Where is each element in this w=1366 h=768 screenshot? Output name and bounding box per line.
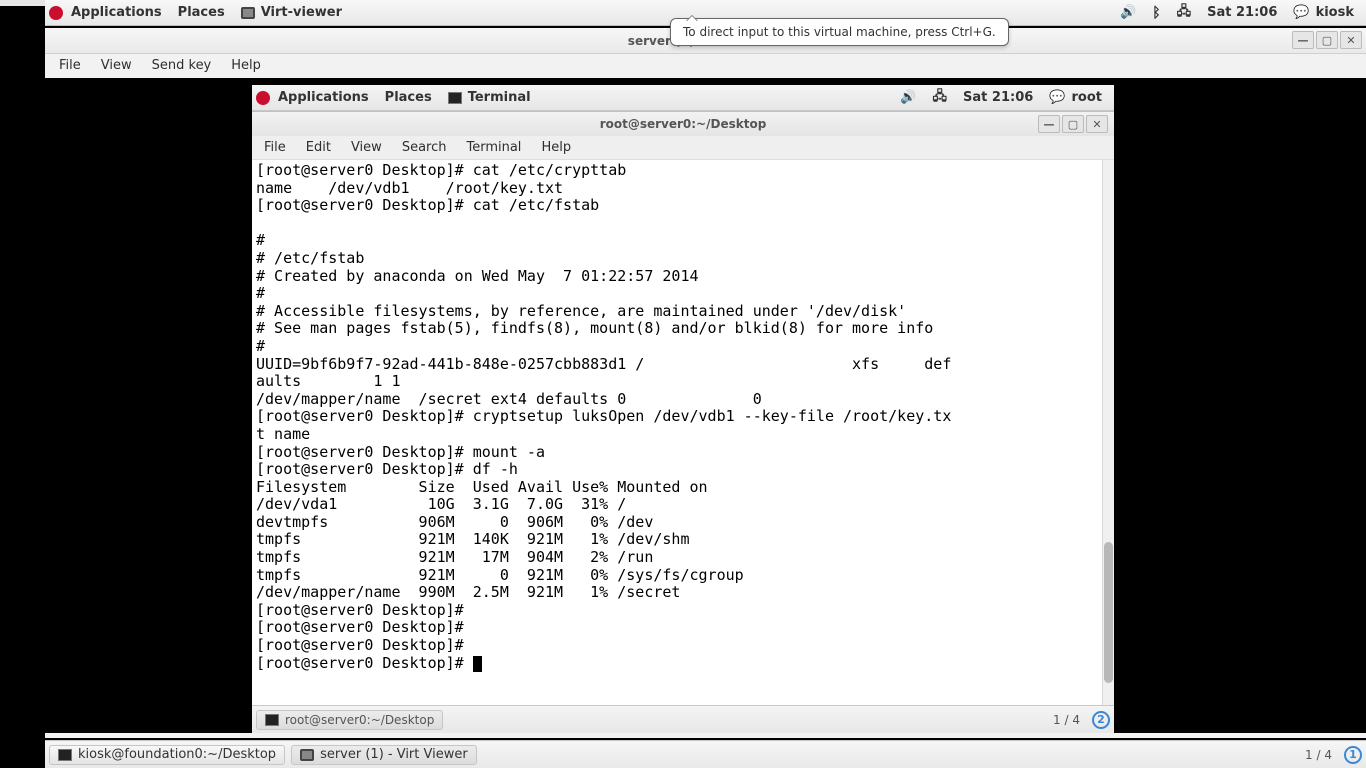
guest-top-panel: Applications Places Terminal Sat 21:06 r… bbox=[252, 85, 1114, 111]
input-hint-tooltip: To direct input to this virtual machine,… bbox=[670, 18, 1009, 46]
user-menu[interactable]: kiosk bbox=[1285, 3, 1362, 22]
sound-icon bbox=[900, 90, 916, 105]
terminal-menu-edit[interactable]: Edit bbox=[296, 138, 341, 157]
terminal-window: root@server0:~/Desktop — ▢ ✕ File Edit V… bbox=[252, 111, 1114, 705]
bluetooth-icon bbox=[1152, 5, 1160, 21]
network-icon bbox=[1177, 2, 1192, 24]
terminal-scrollbar[interactable] bbox=[1102, 160, 1114, 705]
terminal-icon bbox=[448, 92, 462, 104]
maximize-button[interactable]: ▢ bbox=[1316, 31, 1338, 49]
chat-icon bbox=[1293, 5, 1309, 20]
guest-task-terminal[interactable]: root@server0:~/Desktop bbox=[256, 710, 443, 730]
host-task-virtviewer[interactable]: server (1) - Virt Viewer bbox=[291, 745, 477, 765]
network-icon bbox=[933, 87, 948, 109]
clock[interactable]: Sat 21:06 bbox=[1199, 3, 1285, 22]
guest-applications-menu[interactable]: Applications bbox=[270, 88, 377, 107]
terminal-menu-search[interactable]: Search bbox=[392, 138, 457, 157]
active-app-label: Virt-viewer bbox=[261, 5, 342, 20]
guest-bottom-panel: root@server0:~/Desktop 1 / 4 2 bbox=[252, 705, 1114, 733]
terminal-menu-view[interactable]: View bbox=[341, 138, 392, 157]
guest-volume-indicator[interactable] bbox=[892, 88, 924, 107]
guest-network-indicator[interactable] bbox=[925, 85, 956, 111]
places-menu[interactable]: Places bbox=[170, 3, 233, 22]
guest-desktop: Applications Places Terminal Sat 21:06 r… bbox=[252, 85, 1114, 733]
guest-clock[interactable]: Sat 21:06 bbox=[955, 88, 1041, 107]
virt-viewer-menubar: File View Send key Help bbox=[45, 54, 1366, 76]
menu-file[interactable]: File bbox=[49, 56, 91, 75]
sound-icon bbox=[1120, 5, 1136, 20]
chat-icon bbox=[1049, 90, 1065, 105]
cursor-icon bbox=[473, 656, 482, 672]
terminal-title: root@server0:~/Desktop bbox=[600, 117, 767, 131]
active-app-indicator[interactable]: Virt-viewer bbox=[233, 3, 350, 22]
terminal-maximize-button[interactable]: ▢ bbox=[1062, 115, 1084, 133]
terminal-minimize-button[interactable]: — bbox=[1038, 115, 1060, 133]
guest-places-menu[interactable]: Places bbox=[377, 88, 440, 107]
terminal-icon bbox=[58, 749, 72, 761]
terminal-menu-help[interactable]: Help bbox=[531, 138, 581, 157]
bluetooth-indicator[interactable] bbox=[1144, 3, 1168, 23]
network-indicator[interactable] bbox=[1169, 0, 1200, 26]
terminal-titlebar[interactable]: root@server0:~/Desktop — ▢ ✕ bbox=[252, 112, 1114, 136]
host-workspace-indicator[interactable]: 1 / 4 bbox=[1299, 748, 1338, 762]
volume-indicator[interactable] bbox=[1112, 3, 1144, 22]
terminal-menu-terminal[interactable]: Terminal bbox=[456, 138, 531, 157]
redhat-icon bbox=[256, 91, 270, 105]
host-task-terminal[interactable]: kiosk@foundation0:~/Desktop bbox=[49, 745, 285, 765]
terminal-menubar: File Edit View Search Terminal Help bbox=[252, 136, 1114, 160]
terminal-body[interactable]: [root@server0 Desktop]# cat /etc/cryptta… bbox=[252, 160, 1114, 705]
terminal-menu-file[interactable]: File bbox=[254, 138, 296, 157]
guest-workspace-badge[interactable]: 2 bbox=[1092, 711, 1110, 729]
host-workspace-badge[interactable]: 1 bbox=[1344, 746, 1362, 764]
close-button[interactable]: ✕ bbox=[1340, 31, 1362, 49]
terminal-text: [root@server0 Desktop]# cat /etc/cryptta… bbox=[256, 161, 951, 672]
guest-active-app-label: Terminal bbox=[468, 90, 531, 105]
guest-user-menu[interactable]: root bbox=[1041, 88, 1110, 107]
host-task2-label: server (1) - Virt Viewer bbox=[320, 747, 468, 762]
menu-help[interactable]: Help bbox=[221, 56, 271, 75]
guest-user-label: root bbox=[1072, 90, 1103, 105]
monitor-icon bbox=[241, 7, 255, 19]
guest-active-app-indicator[interactable]: Terminal bbox=[440, 88, 539, 107]
scrollbar-thumb[interactable] bbox=[1104, 542, 1113, 684]
host-bottom-panel: kiosk@foundation0:~/Desktop server (1) -… bbox=[45, 740, 1366, 768]
terminal-output[interactable]: [root@server0 Desktop]# cat /etc/cryptta… bbox=[252, 160, 1114, 674]
minimize-button[interactable]: — bbox=[1292, 31, 1314, 49]
applications-menu[interactable]: Applications bbox=[63, 3, 170, 22]
terminal-icon bbox=[265, 714, 279, 726]
menu-sendkey[interactable]: Send key bbox=[142, 56, 222, 75]
menu-view[interactable]: View bbox=[91, 56, 142, 75]
host-task1-label: kiosk@foundation0:~/Desktop bbox=[78, 747, 276, 762]
user-label: kiosk bbox=[1316, 5, 1354, 20]
monitor-icon bbox=[300, 749, 314, 761]
guest-workspace-indicator[interactable]: 1 / 4 bbox=[1047, 713, 1086, 727]
terminal-close-button[interactable]: ✕ bbox=[1086, 115, 1108, 133]
redhat-icon bbox=[49, 6, 63, 20]
guest-task-label: root@server0:~/Desktop bbox=[285, 713, 434, 727]
